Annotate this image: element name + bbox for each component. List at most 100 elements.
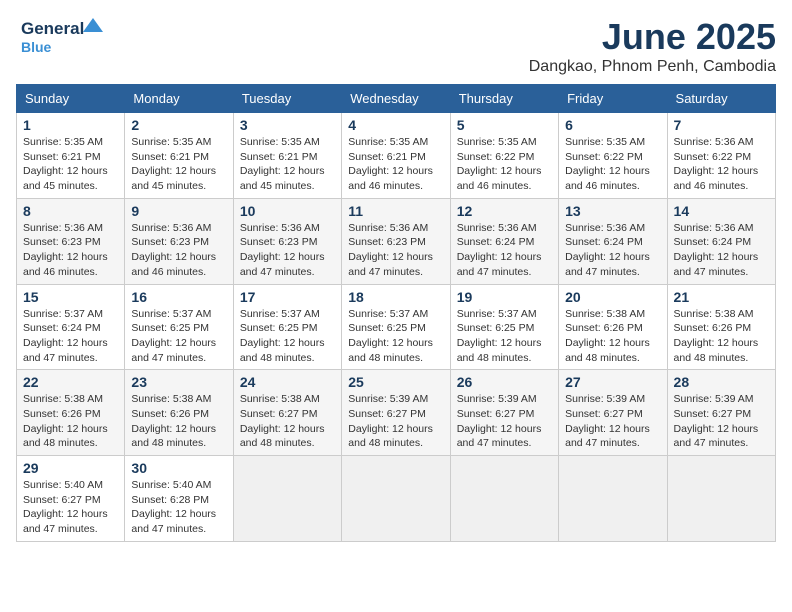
day-header-thursday: Thursday: [450, 85, 558, 113]
day-info: Sunrise: 5:35 AMSunset: 6:22 PMDaylight:…: [565, 136, 650, 192]
month-title: June 2025: [529, 16, 776, 58]
calendar-cell: 8 Sunrise: 5:36 AMSunset: 6:23 PMDaylight…: [17, 198, 125, 284]
day-number: 11: [348, 203, 443, 219]
calendar-cell: 29 Sunrise: 5:40 AMSunset: 6:27 PMDayligh…: [17, 456, 125, 542]
calendar-cell: 9 Sunrise: 5:36 AMSunset: 6:23 PMDaylight…: [125, 198, 233, 284]
day-info: Sunrise: 5:37 AMSunset: 6:25 PMDaylight:…: [131, 308, 216, 364]
day-number: 3: [240, 117, 335, 133]
day-info: Sunrise: 5:35 AMSunset: 6:21 PMDaylight:…: [348, 136, 433, 192]
day-header-sunday: Sunday: [17, 85, 125, 113]
day-info: Sunrise: 5:36 AMSunset: 6:23 PMDaylight:…: [131, 222, 216, 278]
calendar-cell: 24 Sunrise: 5:38 AMSunset: 6:27 PMDayligh…: [233, 370, 341, 456]
calendar-cell: 26 Sunrise: 5:39 AMSunset: 6:27 PMDayligh…: [450, 370, 558, 456]
day-number: 24: [240, 374, 335, 390]
day-number: 28: [674, 374, 769, 390]
calendar-cell: 18Sunrise: 5:37 AMSunset: 6:25 PMDayligh…: [342, 284, 450, 370]
day-info: Sunrise: 5:36 AMSunset: 6:23 PMDaylight:…: [348, 222, 433, 278]
day-info: Sunrise: 5:36 AMSunset: 6:22 PMDaylight:…: [674, 136, 759, 192]
day-number: 13: [565, 203, 660, 219]
day-info: Sunrise: 5:38 AMSunset: 6:26 PMDaylight:…: [23, 393, 108, 449]
day-number: 20: [565, 289, 660, 305]
calendar-cell: [233, 456, 341, 542]
calendar-cell: 30 Sunrise: 5:40 AMSunset: 6:28 PMDayligh…: [125, 456, 233, 542]
calendar-cell: 4 Sunrise: 5:35 AMSunset: 6:21 PMDaylight…: [342, 113, 450, 199]
location-title: Dangkao, Phnom Penh, Cambodia: [529, 58, 776, 76]
logo: General Blue: [16, 16, 106, 58]
calendar-cell: 11 Sunrise: 5:36 AMSunset: 6:23 PMDayligh…: [342, 198, 450, 284]
day-number: 12: [457, 203, 552, 219]
day-number: 19: [457, 289, 552, 305]
calendar-cell: 1Sunrise: 5:35 AMSunset: 6:21 PMDaylight…: [17, 113, 125, 199]
calendar-cell: 13 Sunrise: 5:36 AMSunset: 6:24 PMDayligh…: [559, 198, 667, 284]
day-number: 6: [565, 117, 660, 133]
calendar-cell: 23 Sunrise: 5:38 AMSunset: 6:26 PMDayligh…: [125, 370, 233, 456]
day-info: Sunrise: 5:40 AMSunset: 6:28 PMDaylight:…: [131, 479, 216, 535]
day-header-friday: Friday: [559, 85, 667, 113]
calendar-cell: [450, 456, 558, 542]
day-header-tuesday: Tuesday: [233, 85, 341, 113]
day-number: 25: [348, 374, 443, 390]
day-number: 16: [131, 289, 226, 305]
day-info: Sunrise: 5:36 AMSunset: 6:24 PMDaylight:…: [565, 222, 650, 278]
day-number: 17: [240, 289, 335, 305]
day-info: Sunrise: 5:38 AMSunset: 6:26 PMDaylight:…: [131, 393, 216, 449]
day-info: Sunrise: 5:35 AMSunset: 6:21 PMDaylight:…: [131, 136, 216, 192]
day-info: Sunrise: 5:38 AMSunset: 6:26 PMDaylight:…: [674, 308, 759, 364]
calendar-cell: 15 Sunrise: 5:37 AMSunset: 6:24 PMDayligh…: [17, 284, 125, 370]
calendar-cell: 6 Sunrise: 5:35 AMSunset: 6:22 PMDaylight…: [559, 113, 667, 199]
day-header-monday: Monday: [125, 85, 233, 113]
calendar-cell: 22 Sunrise: 5:38 AMSunset: 6:26 PMDayligh…: [17, 370, 125, 456]
day-number: 30: [131, 460, 226, 476]
calendar-cell: 7 Sunrise: 5:36 AMSunset: 6:22 PMDaylight…: [667, 113, 775, 199]
day-info: Sunrise: 5:37 AMSunset: 6:25 PMDaylight:…: [240, 308, 325, 364]
day-number: 27: [565, 374, 660, 390]
day-number: 26: [457, 374, 552, 390]
day-info: Sunrise: 5:39 AMSunset: 6:27 PMDaylight:…: [565, 393, 650, 449]
day-info: Sunrise: 5:37 AMSunset: 6:25 PMDaylight:…: [457, 308, 542, 364]
day-number: 23: [131, 374, 226, 390]
day-number: 7: [674, 117, 769, 133]
calendar-cell: 25 Sunrise: 5:39 AMSunset: 6:27 PMDayligh…: [342, 370, 450, 456]
calendar-cell: [342, 456, 450, 542]
day-number: 10: [240, 203, 335, 219]
day-info: Sunrise: 5:35 AMSunset: 6:21 PMDaylight:…: [240, 136, 325, 192]
calendar-cell: 16 Sunrise: 5:37 AMSunset: 6:25 PMDayligh…: [125, 284, 233, 370]
calendar-cell: 12 Sunrise: 5:36 AMSunset: 6:24 PMDayligh…: [450, 198, 558, 284]
day-number: 15: [23, 289, 118, 305]
calendar-cell: 28 Sunrise: 5:39 AMSunset: 6:27 PMDayligh…: [667, 370, 775, 456]
day-number: 22: [23, 374, 118, 390]
svg-text:Blue: Blue: [21, 39, 52, 55]
day-info: Sunrise: 5:37 AMSunset: 6:24 PMDaylight:…: [23, 308, 108, 364]
day-number: 21: [674, 289, 769, 305]
calendar-cell: 17 Sunrise: 5:37 AMSunset: 6:25 PMDayligh…: [233, 284, 341, 370]
day-info: Sunrise: 5:35 AMSunset: 6:22 PMDaylight:…: [457, 136, 542, 192]
day-number: 1: [23, 117, 118, 133]
day-number: 8: [23, 203, 118, 219]
day-info: Sunrise: 5:37 AMSunset: 6:25 PMDaylight:…: [348, 308, 433, 364]
day-header-saturday: Saturday: [667, 85, 775, 113]
calendar-cell: 21 Sunrise: 5:38 AMSunset: 6:26 PMDayligh…: [667, 284, 775, 370]
day-info: Sunrise: 5:36 AMSunset: 6:23 PMDaylight:…: [23, 222, 108, 278]
day-number: 5: [457, 117, 552, 133]
day-number: 9: [131, 203, 226, 219]
day-info: Sunrise: 5:36 AMSunset: 6:24 PMDaylight:…: [674, 222, 759, 278]
day-number: 4: [348, 117, 443, 133]
day-info: Sunrise: 5:36 AMSunset: 6:23 PMDaylight:…: [240, 222, 325, 278]
day-info: Sunrise: 5:39 AMSunset: 6:27 PMDaylight:…: [348, 393, 433, 449]
day-info: Sunrise: 5:39 AMSunset: 6:27 PMDaylight:…: [674, 393, 759, 449]
calendar-cell: 19 Sunrise: 5:37 AMSunset: 6:25 PMDayligh…: [450, 284, 558, 370]
calendar: SundayMondayTuesdayWednesdayThursdayFrid…: [16, 84, 776, 542]
calendar-cell: [559, 456, 667, 542]
day-info: Sunrise: 5:36 AMSunset: 6:24 PMDaylight:…: [457, 222, 542, 278]
calendar-cell: 20Sunrise: 5:38 AMSunset: 6:26 PMDayligh…: [559, 284, 667, 370]
day-number: 29: [23, 460, 118, 476]
day-info: Sunrise: 5:38 AMSunset: 6:27 PMDaylight:…: [240, 393, 325, 449]
calendar-cell: 2Sunrise: 5:35 AMSunset: 6:21 PMDaylight…: [125, 113, 233, 199]
calendar-cell: 5 Sunrise: 5:35 AMSunset: 6:22 PMDaylight…: [450, 113, 558, 199]
calendar-cell: 3 Sunrise: 5:35 AMSunset: 6:21 PMDaylight…: [233, 113, 341, 199]
day-info: Sunrise: 5:39 AMSunset: 6:27 PMDaylight:…: [457, 393, 542, 449]
calendar-cell: 27 Sunrise: 5:39 AMSunset: 6:27 PMDayligh…: [559, 370, 667, 456]
day-info: Sunrise: 5:40 AMSunset: 6:27 PMDaylight:…: [23, 479, 108, 535]
day-header-wednesday: Wednesday: [342, 85, 450, 113]
calendar-cell: [667, 456, 775, 542]
